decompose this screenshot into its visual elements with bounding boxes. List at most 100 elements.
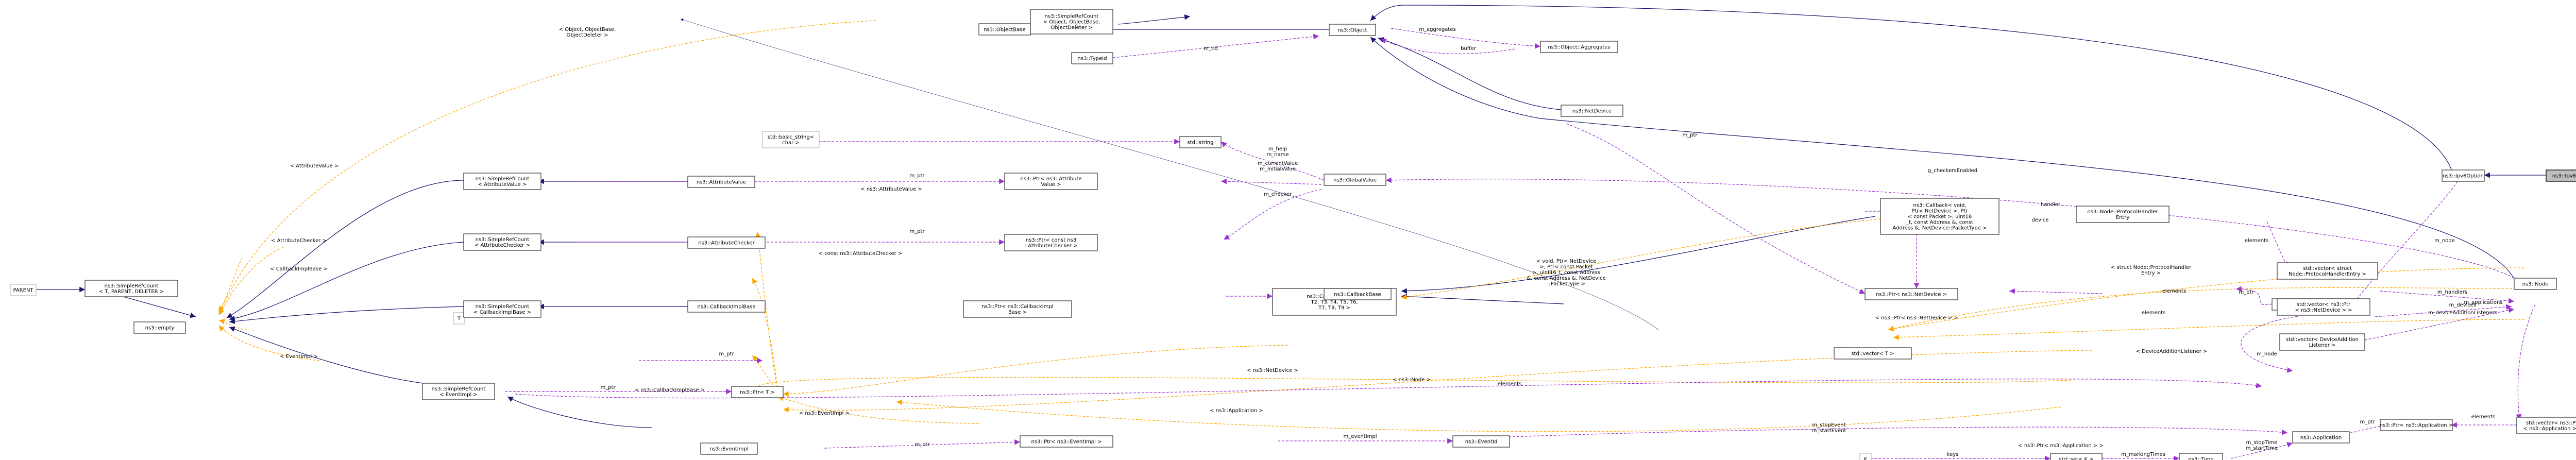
edge-tpl-attrchecker xyxy=(752,278,778,392)
node-ptrConstAttrChecker[interactable]: ns3::Ptr< const ns3::AttributeChecker > xyxy=(1004,234,1098,251)
node-stdString[interactable]: std::string xyxy=(1179,136,1222,148)
node-ptrNetDev[interactable]: ns3::Ptr< ns3::NetDevice > xyxy=(1865,288,1958,300)
node-vecApp[interactable]: std::vector< ns3::Ptr< ns3::Application … xyxy=(2516,417,2576,434)
node-srcGeneric[interactable]: ns3::SimpleRefCount< T, PARENT, DELETER … xyxy=(84,280,178,297)
node-label: < ns3::NetDevice > > xyxy=(2295,308,2352,313)
edge-label-m-ptr-eventimpl: m_ptr xyxy=(914,442,930,448)
node-label: < CallbackImplBase > xyxy=(473,310,531,315)
edge-tpl-vecT-netdev xyxy=(1888,287,2525,331)
edge-label-m-aggregates: m_aggregates xyxy=(1419,27,1455,32)
node-setK[interactable]: std::set< K > xyxy=(2050,453,2103,460)
node-label: ns3::Ptr< ns3::NetDevice > xyxy=(1876,292,1947,298)
edge-m-currentvalue xyxy=(1221,178,1322,185)
edge-empty-to-src-event xyxy=(229,326,464,387)
node-srcAttrValue[interactable]: ns3::SimpleRefCount< AttributeValue > xyxy=(463,173,541,190)
node-label: ns3::CallbackImplBase xyxy=(697,304,755,310)
edge-callbackbase-to-callback7 xyxy=(1401,294,1564,304)
node-srcEventImpl[interactable]: ns3::SimpleRefCount< EventImpl > xyxy=(422,383,495,400)
node-aggregates[interactable]: ns3::Object::Aggregates xyxy=(1540,41,1618,53)
node-label: ns3::GlobalValue xyxy=(1333,178,1377,183)
node-eventId[interactable]: ns3::EventId xyxy=(1452,435,1510,448)
edge-label-m-deviceAdditionListeners: m_deviceAdditionListeners xyxy=(2428,310,2497,316)
edge-label-elements-devadd: elements xyxy=(2142,310,2165,316)
node-label: std::vector< ns3::Ptr xyxy=(2526,420,2576,426)
edge-label-tpl-src-attr-value: < AttributeValue > xyxy=(290,163,339,169)
node-application[interactable]: ns3::Application xyxy=(2292,431,2350,444)
node-time[interactable]: ns3::Time xyxy=(2179,453,2223,460)
edge-label-m-devices: m_devices xyxy=(2449,302,2477,308)
node-label: ns3::Object xyxy=(1337,28,1367,33)
node-label: ns3::SimpleRefCount xyxy=(432,386,486,392)
node-label: ns3::CallbackBase xyxy=(1334,292,1381,298)
edge-label-m-checkersEnabled: g_checkersEnabled xyxy=(1928,168,1977,174)
node-ipv6Option[interactable]: ns3::Ipv6Option xyxy=(2442,169,2485,182)
edge-label-m-handlers: m_handlers xyxy=(2437,289,2467,295)
edge-tpl-vecapp xyxy=(896,399,2061,432)
node-ptrT[interactable]: ns3::Ptr< T > xyxy=(731,386,784,398)
node-label: < AttributeValue > xyxy=(478,182,527,188)
node-label: ns3::NetDevice xyxy=(1572,109,1612,114)
node-ptrAttrValue[interactable]: ns3::Ptr< ns3::AttributeValue > xyxy=(1004,173,1098,190)
edge-label-handler: handler xyxy=(2041,202,2061,208)
node-label: char > xyxy=(782,140,800,146)
node-label: < const Packet >, uint16 xyxy=(1908,214,1972,220)
node-label: ns3::Ipv6OptionRouterAlert xyxy=(2552,174,2576,179)
edge-m-applications xyxy=(2516,304,2535,420)
edge-label-m-help: m_name xyxy=(1266,152,1289,158)
edge-label-m-stopTime: m_startTime xyxy=(2246,446,2278,451)
edge-label-m-currentValue: m_currentValue xyxy=(1258,161,1298,166)
node-protoEntry[interactable]: ns3::Node::ProtocolHandlerEntry xyxy=(2076,206,2170,223)
edge-label-m-ptr-cb: m_ptr xyxy=(719,351,734,357)
node-T[interactable]: T xyxy=(453,312,465,325)
node-node[interactable]: ns3::Node xyxy=(2514,278,2557,290)
node-object[interactable]: ns3::Object xyxy=(1329,24,1376,36)
node-label: Entry xyxy=(2116,215,2130,220)
edge-label-tpl-cb: < ns3::CallbackImplBase > xyxy=(635,387,705,393)
edge-label-elements-proto: elements xyxy=(2245,238,2268,244)
node-ptrCbImplBase[interactable]: ns3::Ptr< ns3::CallbackImplBase > xyxy=(963,300,1072,318)
edge-object-to-node xyxy=(1370,37,2515,279)
node-srcCbImplBase[interactable]: ns3::SimpleRefCount< CallbackImplBase > xyxy=(463,300,541,318)
node-label: T2, T3, T4, T5, T6, xyxy=(1311,300,1358,305)
node-label: ns3::Ptr< ns3::Application > xyxy=(2380,423,2453,429)
node-typeId[interactable]: ns3::TypeId xyxy=(1071,52,1113,64)
node-vecPtrNetDev[interactable]: std::vector< ns3::Ptr< ns3::NetDevice > … xyxy=(2277,298,2370,316)
node-attrValue[interactable]: ns3::AttributeValue xyxy=(687,176,755,188)
node-label: ns3::Node xyxy=(2522,282,2549,287)
node-ptrEventImpl[interactable]: ns3::Ptr< ns3::EventImpl > xyxy=(1020,435,1113,448)
edge-label-tpl-vec-ptr-app: < ns3::Ptr< ns3::Application > > xyxy=(2018,443,2103,449)
node-vecT[interactable]: std::vector< T > xyxy=(1834,347,1912,360)
node-ipv6OptionRouterAlert[interactable]: ns3::Ipv6OptionRouterAlert xyxy=(2546,169,2576,182)
edge-m-ptr-netdev xyxy=(1566,123,1866,294)
node-eventImpl[interactable]: ns3::EventImpl xyxy=(700,442,758,455)
node-label: Address &, NetDevice::PacketType > xyxy=(1893,226,1987,231)
node-label: < AttributeChecker > xyxy=(474,243,530,248)
node-K[interactable]: K xyxy=(1859,453,1872,460)
node-globalValue[interactable]: ns3::GlobalValue xyxy=(1324,174,1386,186)
edge-label-tpl-proto-entry: Entry > xyxy=(2141,270,2161,276)
node-callbackProto[interactable]: ns3::Callback< void,Ptr< NetDevice >, Pt… xyxy=(1880,198,1999,235)
node-vecDevAdd[interactable]: std::vector< DeviceAdditionListener > xyxy=(2279,333,2365,351)
node-callbackBase[interactable]: ns3::CallbackBase xyxy=(1324,288,1392,300)
node-ptrApp[interactable]: ns3::Ptr< ns3::Application > xyxy=(2380,419,2453,431)
node-cbImplBase[interactable]: ns3::CallbackImplBase xyxy=(687,300,766,313)
edge-tpl-callback-proto xyxy=(1401,218,1881,300)
node-netDevice[interactable]: ns3::NetDevice xyxy=(1561,105,1623,117)
node-basicString[interactable]: std::basic_string<char > xyxy=(762,131,820,148)
node-srcObject[interactable]: ns3::SimpleRefCount< Object, ObjectBase,… xyxy=(1030,9,1113,35)
node-attrChecker[interactable]: ns3::AttributeChecker xyxy=(687,236,766,249)
edge-callbackbase-to-callback-proto xyxy=(1401,216,1876,294)
edge-label-device: device xyxy=(2032,217,2049,223)
edge-label-tpl-ptr-app: < ns3::Application > xyxy=(1210,408,1263,414)
edge-label-tpl-node: < ns3::Node > xyxy=(1393,377,1431,383)
edge-label-m-tid: m_tid xyxy=(1204,46,1218,52)
node-srcAttrChecker[interactable]: ns3::SimpleRefCount< AttributeChecker > xyxy=(463,233,541,251)
node-vecProtoEntry[interactable]: std::vector< structNode::ProtocolHandler… xyxy=(2277,262,2378,280)
node-label: ObjectDeleter > xyxy=(1050,25,1092,31)
node-label: Node::ProtocolHandlerEntry > xyxy=(2289,271,2366,277)
edge-src-event-to-eventimpl xyxy=(507,396,652,428)
node-empty[interactable]: ns3::empty xyxy=(133,321,186,334)
node-objectBase[interactable]: ns3::ObjectBase xyxy=(978,23,1031,36)
edge-label-tpl-src-event: < EventImpl > xyxy=(280,354,318,360)
node-PARENT[interactable]: PARENT xyxy=(10,284,37,296)
